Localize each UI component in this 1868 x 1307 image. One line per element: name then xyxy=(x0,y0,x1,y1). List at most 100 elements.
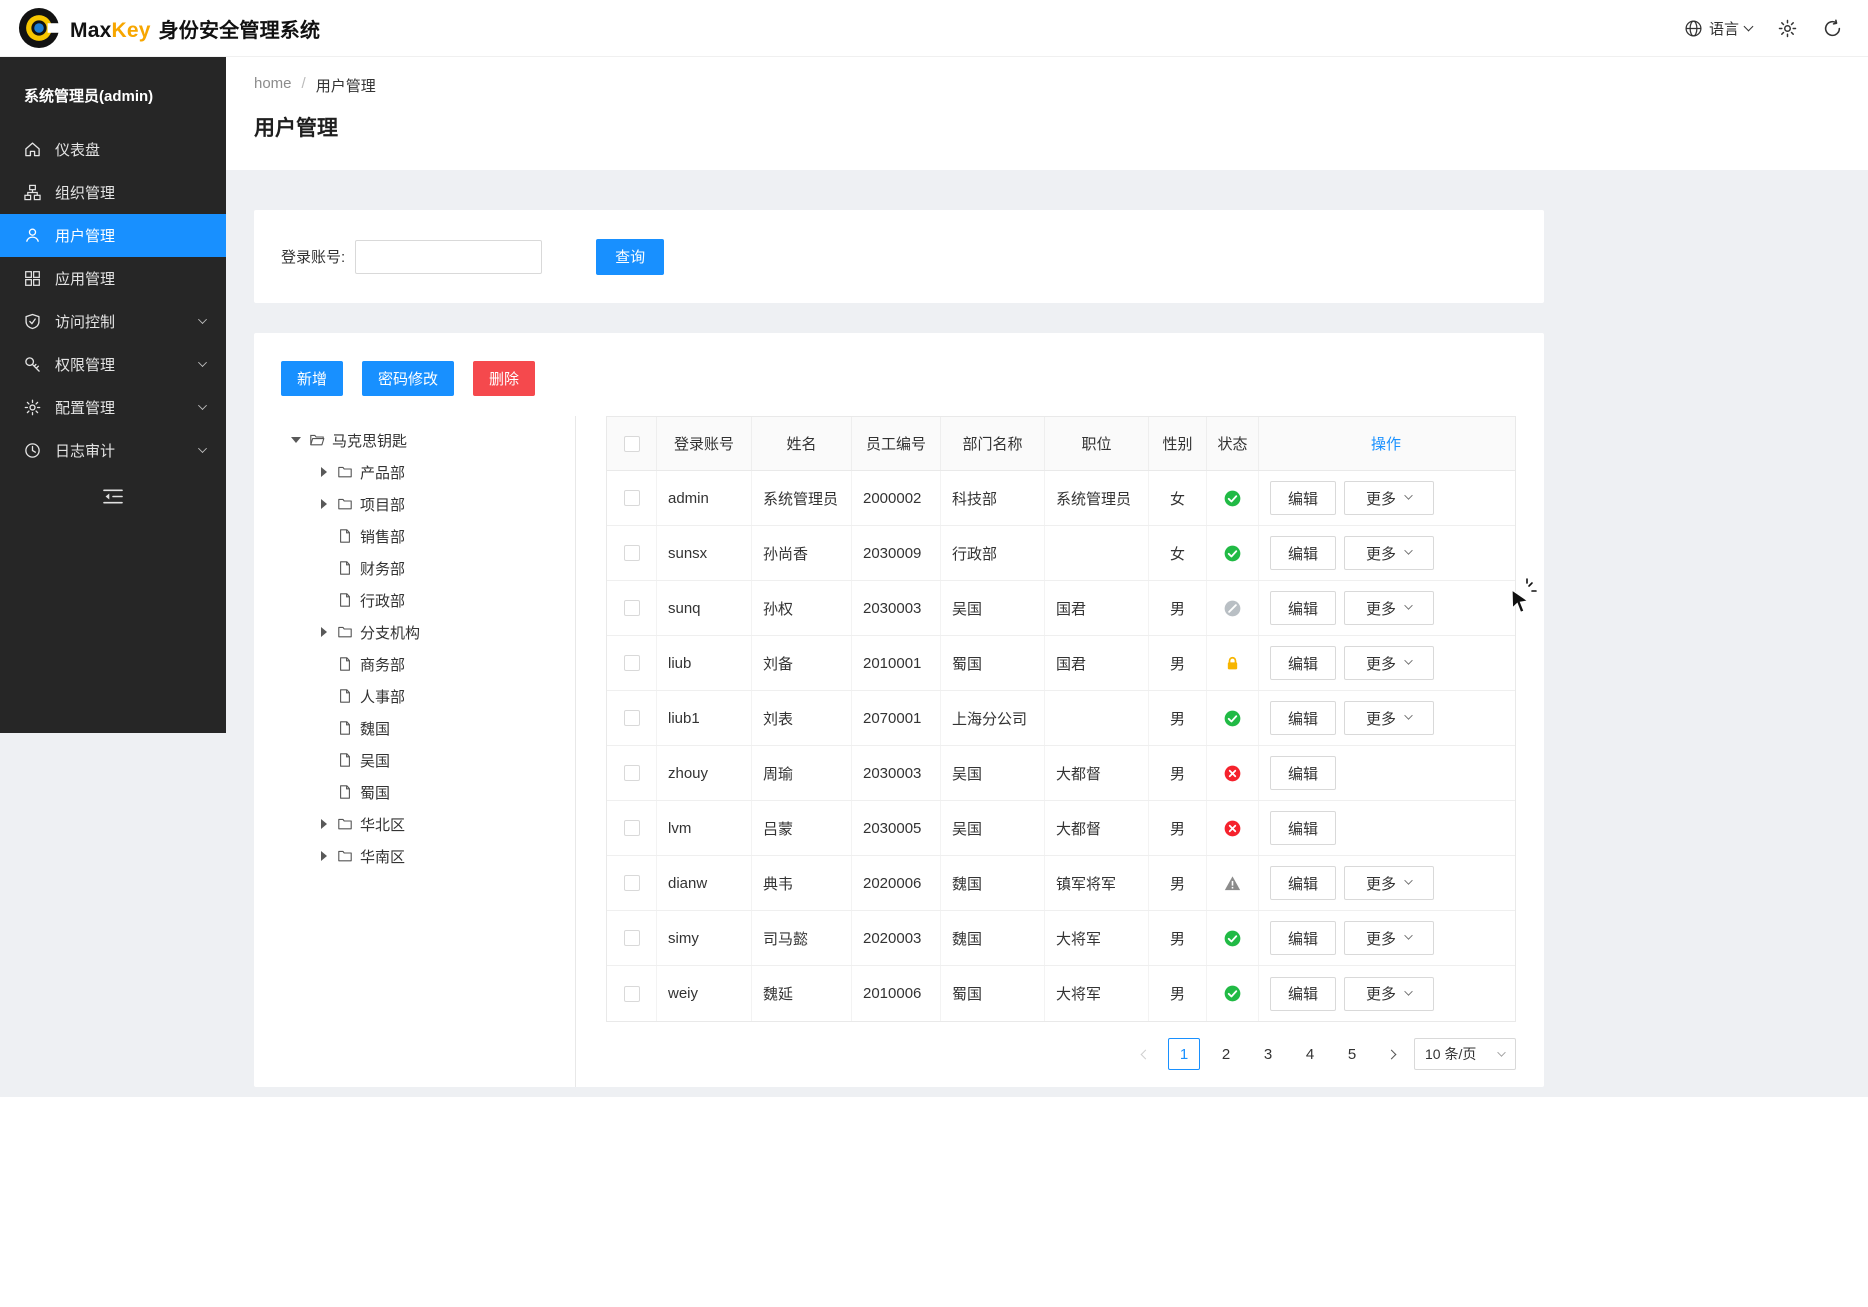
edit-button[interactable]: 编辑 xyxy=(1270,977,1336,1011)
tree-leaf-node[interactable]: 销售部 xyxy=(281,520,575,552)
edit-button[interactable]: 编辑 xyxy=(1270,701,1336,735)
change-password-button[interactable]: 密码修改 xyxy=(362,361,454,396)
page-size-value: 10 条/页 xyxy=(1425,1044,1476,1064)
cell-gender: 女 xyxy=(1149,471,1207,525)
row-checkbox[interactable] xyxy=(624,710,640,726)
select-all-checkbox[interactable] xyxy=(624,436,640,452)
tree-branch-node[interactable]: 华南区 xyxy=(281,840,575,872)
table-row: liub1 刘表 2070001 上海分公司 男 编辑 更多 xyxy=(607,691,1515,746)
row-checkbox[interactable] xyxy=(624,655,640,671)
sidebar-collapse-button[interactable] xyxy=(0,488,226,505)
page-header-band: home / 用户管理 用户管理 xyxy=(226,57,1868,170)
account-search-input[interactable] xyxy=(355,240,542,274)
caret-right-icon[interactable] xyxy=(318,851,330,861)
caret-right-icon[interactable] xyxy=(318,467,330,477)
settings-icon[interactable] xyxy=(1778,19,1797,38)
status-disabled-icon xyxy=(1224,600,1241,617)
caret-right-icon[interactable] xyxy=(318,819,330,829)
more-dropdown-button[interactable]: 更多 xyxy=(1344,481,1434,515)
tree-leaf-node[interactable]: 财务部 xyxy=(281,552,575,584)
row-checkbox[interactable] xyxy=(624,490,640,506)
top-header: MaxKey身份安全管理系统 语言 xyxy=(0,0,1868,57)
cell-employee-no: 2000002 xyxy=(852,471,941,525)
row-checkbox[interactable] xyxy=(624,545,640,561)
sidebar-item-key[interactable]: 权限管理 xyxy=(0,343,226,386)
row-checkbox[interactable] xyxy=(624,930,640,946)
caret-right-icon[interactable] xyxy=(318,627,330,637)
sidebar-item-clock[interactable]: 日志审计 xyxy=(0,429,226,472)
more-dropdown-button[interactable]: 更多 xyxy=(1344,866,1434,900)
page-button-1[interactable]: 1 xyxy=(1168,1038,1200,1070)
tree-node-label: 商务部 xyxy=(360,654,405,675)
document-icon xyxy=(337,560,353,576)
delete-button[interactable]: 删除 xyxy=(473,361,535,396)
row-checkbox[interactable] xyxy=(624,600,640,616)
row-checkbox[interactable] xyxy=(624,875,640,891)
logout-icon[interactable] xyxy=(1823,19,1842,38)
page-button-3[interactable]: 3 xyxy=(1252,1038,1284,1070)
sidebar-item-shield[interactable]: 访问控制 xyxy=(0,300,226,343)
tree-leaf-node[interactable]: 蜀国 xyxy=(281,776,575,808)
row-checkbox[interactable] xyxy=(624,986,640,1002)
add-user-button[interactable]: 新增 xyxy=(281,361,343,396)
row-checkbox[interactable] xyxy=(624,820,640,836)
sidebar-item-gear[interactable]: 配置管理 xyxy=(0,386,226,429)
more-dropdown-button[interactable]: 更多 xyxy=(1344,646,1434,680)
tree-leaf-node[interactable]: 行政部 xyxy=(281,584,575,616)
page-button-5[interactable]: 5 xyxy=(1336,1038,1368,1070)
tree-branch-node[interactable]: 华北区 xyxy=(281,808,575,840)
breadcrumb-home-link[interactable]: home xyxy=(254,75,292,96)
cell-position xyxy=(1045,526,1149,580)
sidebar-item-user[interactable]: 用户管理 xyxy=(0,214,226,257)
edit-button[interactable]: 编辑 xyxy=(1270,811,1336,845)
edit-button[interactable]: 编辑 xyxy=(1270,756,1336,790)
tree-node-label: 华南区 xyxy=(360,846,405,867)
edit-button[interactable]: 编辑 xyxy=(1270,481,1336,515)
query-button[interactable]: 查询 xyxy=(596,239,664,275)
page-size-select[interactable]: 10 条/页 xyxy=(1414,1038,1516,1070)
cell-actions: 编辑 更多 xyxy=(1259,966,1513,1021)
prev-page-button[interactable] xyxy=(1132,1038,1158,1070)
cell-account: weiy xyxy=(657,966,752,1021)
cell-department: 蜀国 xyxy=(941,966,1045,1021)
row-checkbox[interactable] xyxy=(624,765,640,781)
tree-leaf-node[interactable]: 人事部 xyxy=(281,680,575,712)
tree-branch-node[interactable]: 分支机构 xyxy=(281,616,575,648)
edit-button[interactable]: 编辑 xyxy=(1270,866,1336,900)
tree-branch-node[interactable]: 项目部 xyxy=(281,488,575,520)
cell-department: 吴国 xyxy=(941,746,1045,800)
edit-button[interactable]: 编辑 xyxy=(1270,536,1336,570)
more-dropdown-button[interactable]: 更多 xyxy=(1344,591,1434,625)
more-dropdown-button[interactable]: 更多 xyxy=(1344,536,1434,570)
table-pane: 登录账号 姓名 员工编号 部门名称 职位 性别 状态 操作 admin 系统管理… xyxy=(606,416,1516,1087)
caret-down-icon[interactable] xyxy=(290,437,302,443)
user-icon xyxy=(24,227,41,244)
cell-gender: 男 xyxy=(1149,966,1207,1021)
cell-actions: 编辑 xyxy=(1259,746,1513,800)
cell-name: 周瑜 xyxy=(752,746,852,800)
app-icon xyxy=(24,270,41,287)
next-page-button[interactable] xyxy=(1378,1038,1404,1070)
more-dropdown-button[interactable]: 更多 xyxy=(1344,977,1434,1011)
mouse-cursor xyxy=(1502,578,1540,616)
breadcrumb-separator: / xyxy=(302,75,306,96)
more-dropdown-button[interactable]: 更多 xyxy=(1344,921,1434,955)
page-button-4[interactable]: 4 xyxy=(1294,1038,1326,1070)
tree-branch-node[interactable]: 产品部 xyxy=(281,456,575,488)
edit-button[interactable]: 编辑 xyxy=(1270,921,1336,955)
cell-name: 系统管理员 xyxy=(752,471,852,525)
edit-button[interactable]: 编辑 xyxy=(1270,591,1336,625)
page-button-2[interactable]: 2 xyxy=(1210,1038,1242,1070)
tree-root-node[interactable]: 马克思钥匙 xyxy=(281,424,575,456)
sidebar-item-dashboard[interactable]: 仪表盘 xyxy=(0,128,226,171)
tree-leaf-node[interactable]: 吴国 xyxy=(281,744,575,776)
language-selector[interactable]: 语言 xyxy=(1684,18,1752,39)
sidebar-item-app[interactable]: 应用管理 xyxy=(0,257,226,300)
tree-leaf-node[interactable]: 商务部 xyxy=(281,648,575,680)
sidebar-item-org[interactable]: 组织管理 xyxy=(0,171,226,214)
edit-button[interactable]: 编辑 xyxy=(1270,646,1336,680)
tree-leaf-node[interactable]: 魏国 xyxy=(281,712,575,744)
chevron-down-icon xyxy=(1404,546,1412,554)
more-dropdown-button[interactable]: 更多 xyxy=(1344,701,1434,735)
caret-right-icon[interactable] xyxy=(318,499,330,509)
